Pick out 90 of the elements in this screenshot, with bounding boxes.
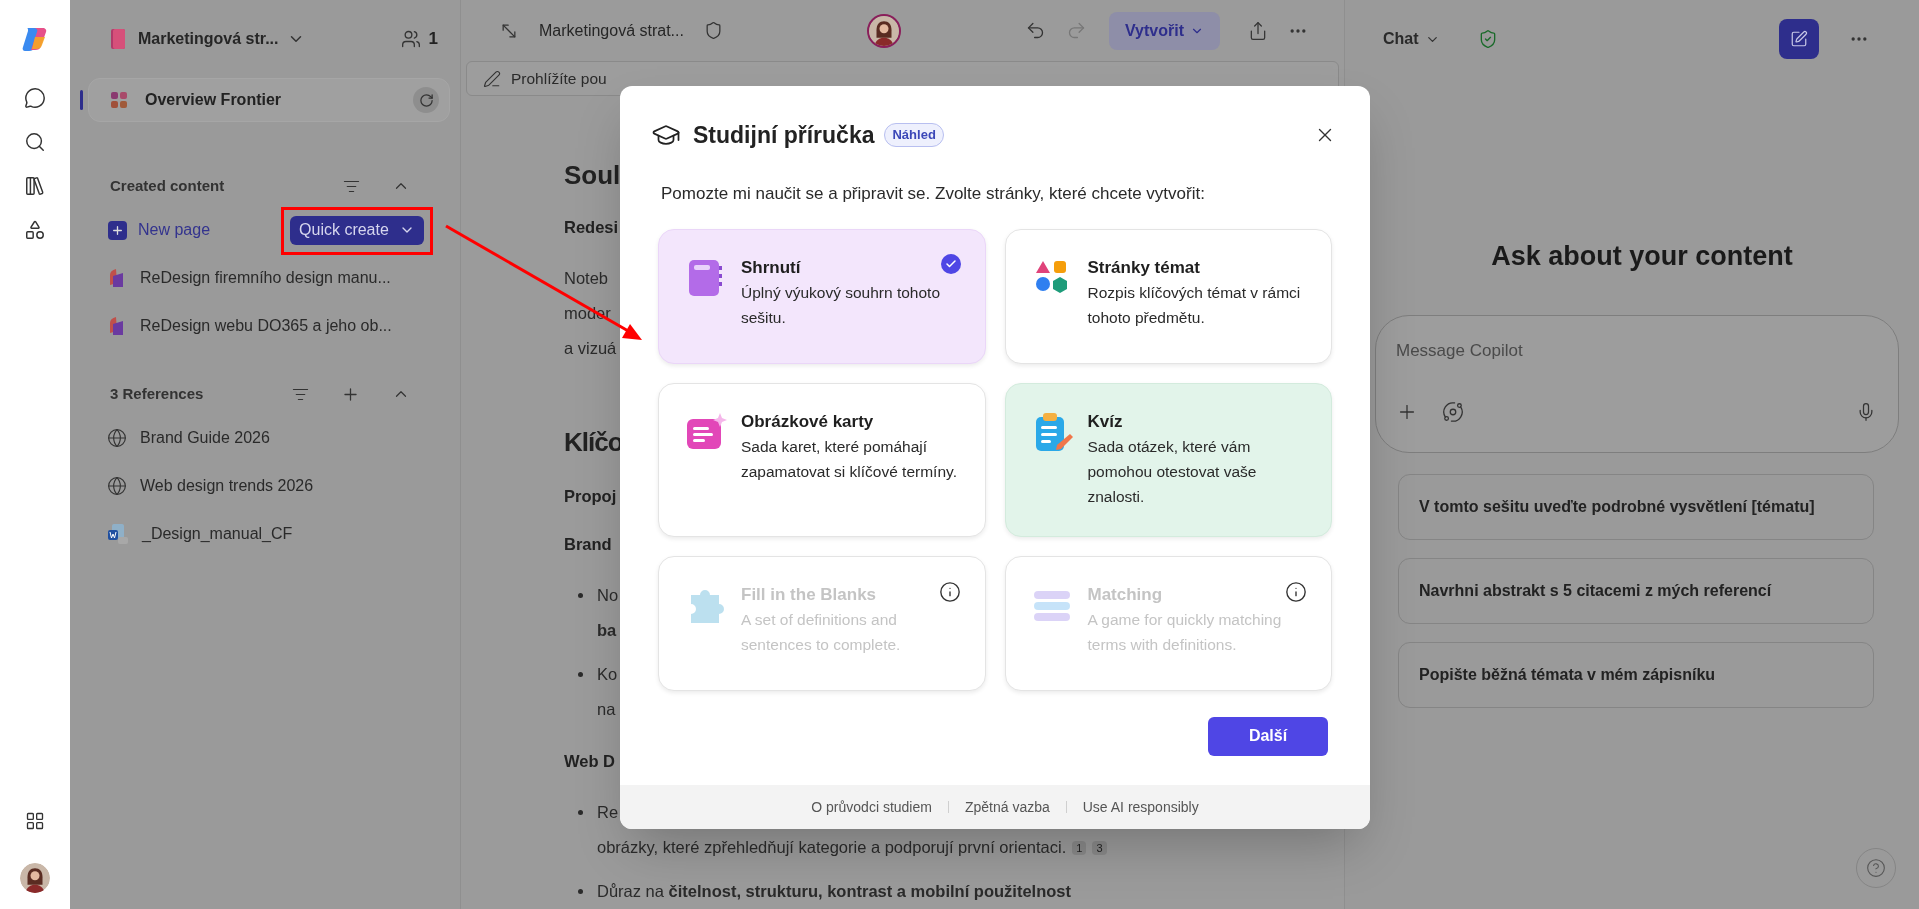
- option-title: Matching: [1087, 583, 1163, 606]
- check-icon: [940, 253, 961, 274]
- suggestion-chip[interactable]: Popište běžná témata v mém zápisníku: [1398, 641, 1874, 708]
- suggestion-chip[interactable]: V tomto sešitu uveďte podrobné vysvětlení [tématu]: [1398, 473, 1874, 540]
- option-card[interactable]: Kvíz Sada otázek, které vám pomohou otestovat vaše znalosti.: [1004, 382, 1332, 537]
- option-description: Úplný výukový souhrn tohoto sešitu.: [741, 282, 942, 328]
- globe-icon: [107, 476, 127, 496]
- refresh-icon: [418, 92, 434, 108]
- globe-icon: [107, 428, 127, 448]
- notebook-title[interactable]: Marketingová str...: [138, 27, 279, 51]
- create-button[interactable]: Vytvořit: [1109, 11, 1220, 50]
- subheading: Brand: [564, 534, 612, 555]
- citation-chip[interactable]: 3: [1092, 840, 1107, 855]
- subheading: Web D: [564, 751, 616, 772]
- notebook-icon: [110, 28, 126, 50]
- bullet-icon: [578, 593, 583, 598]
- new-page-link[interactable]: New page: [138, 218, 211, 242]
- bullet-icon: [578, 672, 583, 677]
- option-card[interactable]: Stránky témat Rozpis klíčových témat v rámci tohoto předmětu.: [1004, 228, 1332, 364]
- option-description: A game for quickly matching terms with definitions.: [1087, 609, 1283, 655]
- section-heading: Klíčo: [564, 426, 623, 459]
- subheading: Redesi: [564, 217, 619, 238]
- page-item[interactable]: ReDesign firemního design manu...: [140, 266, 391, 290]
- member-count: 1: [428, 28, 438, 51]
- grid-icon: [111, 92, 127, 108]
- section-title: Created content: [110, 175, 225, 196]
- refresh-button[interactable]: [413, 87, 439, 113]
- new-chat-button[interactable]: [1779, 19, 1819, 59]
- people-icon[interactable]: [400, 29, 421, 49]
- option-title: Shrnutí: [741, 256, 801, 279]
- option-title: Stránky témat: [1087, 256, 1200, 279]
- library-icon[interactable]: [24, 175, 46, 197]
- chat-title[interactable]: Chat: [1383, 27, 1419, 51]
- quick-create-button[interactable]: Quick create: [290, 215, 424, 245]
- banner-text: Prohlížíte pou: [511, 69, 607, 90]
- dialog-intro: Pomozte mi naučit se a připravit se. Zvolte stránky, které chcete vytvořit:: [661, 183, 1206, 205]
- planet-icon[interactable]: [1442, 401, 1464, 423]
- footer-link[interactable]: Use AI responsibly: [1082, 796, 1199, 818]
- section-title: 3 References: [110, 383, 204, 404]
- list-item-text: na: [597, 699, 616, 720]
- reference-item[interactable]: _Design_manual_CF: [142, 522, 293, 546]
- list-item-text: obrázky, které zpřehledňují kategorie a podporují první orientaci.: [597, 837, 1067, 858]
- search-icon[interactable]: [24, 131, 46, 153]
- option-card[interactable]: Shrnutí Úplný výukový souhrn tohoto sešitu.: [658, 228, 986, 364]
- avatar-icon[interactable]: [20, 863, 50, 893]
- overview-label: Overview Frontier: [145, 90, 282, 110]
- footer-link[interactable]: O průvodci studiem: [811, 796, 932, 818]
- message-placeholder: Message Copilot: [1396, 339, 1524, 362]
- edit-icon: [1790, 30, 1808, 48]
- subheading: Propoj: [564, 486, 617, 507]
- list-item-text: Re: [597, 802, 619, 823]
- citation-chip[interactable]: 1: [1072, 840, 1087, 855]
- chat-icon[interactable]: [24, 87, 46, 109]
- option-description: Rozpis klíčových témat v rámci tohoto předmětu.: [1087, 282, 1302, 328]
- option-description: A set of definitions and sentences to complete.: [741, 609, 902, 655]
- help-icon: [1866, 858, 1886, 878]
- list-item-text: ba: [597, 620, 617, 641]
- suggestion-chip[interactable]: Navrhni abstrakt s 5 citacemi z mých referencí: [1398, 557, 1874, 624]
- bullet-icon: [578, 810, 583, 815]
- pen-icon: [483, 69, 501, 88]
- option-title: Fill in the Blanks: [741, 583, 877, 606]
- option-description: Sada karet, které pomáhají zapamatovat si klíčové termíny.: [741, 436, 958, 482]
- footer-link[interactable]: Zpětná vazba: [964, 796, 1050, 818]
- page-item[interactable]: ReDesign webu DO365 a jeho ob...: [140, 314, 392, 338]
- avatar-icon[interactable]: [866, 13, 901, 48]
- overview-item[interactable]: Overview Frontier: [88, 78, 450, 122]
- option-card[interactable]: Obrázkové karty Sada karet, které pomáhají zapamatovat si klíčové termíny.: [658, 382, 986, 537]
- message-field[interactable]: Message Copilot: [1375, 314, 1899, 453]
- option-title: Kvíz: [1087, 410, 1123, 433]
- paragraph-text: a vizuá: [564, 338, 617, 359]
- option-description: Sada otázek, které vám pomohou otestovat vaše znalosti.: [1087, 436, 1258, 507]
- section-heading: Soul: [564, 159, 621, 192]
- reference-item[interactable]: Brand Guide 2026: [140, 426, 270, 450]
- option-title: Obrázkové karty: [741, 410, 874, 433]
- preview-badge: Náhled: [884, 123, 944, 147]
- plus-icon: [108, 220, 127, 240]
- chat-heading: Ask about your content: [1490, 240, 1794, 273]
- document-title: Marketingová strat...: [539, 20, 684, 41]
- list-item-text: Ko: [597, 664, 618, 685]
- next-button[interactable]: Další: [1208, 716, 1328, 756]
- word-file-icon: [107, 523, 129, 545]
- list-item-text: Důraz na čitelnost, strukturu, kontrast a mobilní použitelnost: [597, 881, 1071, 902]
- shapes-icon[interactable]: [24, 219, 46, 241]
- apps-icon[interactable]: [25, 811, 45, 831]
- bullet-icon: [578, 889, 583, 894]
- paragraph-text: Noteb: [564, 268, 609, 289]
- dialog-title: Studijní příručka: [693, 120, 875, 150]
- list-item-text: No: [597, 585, 619, 606]
- reference-item[interactable]: Web design trends 2026: [140, 474, 314, 498]
- share-icon[interactable]: [1248, 20, 1268, 41]
